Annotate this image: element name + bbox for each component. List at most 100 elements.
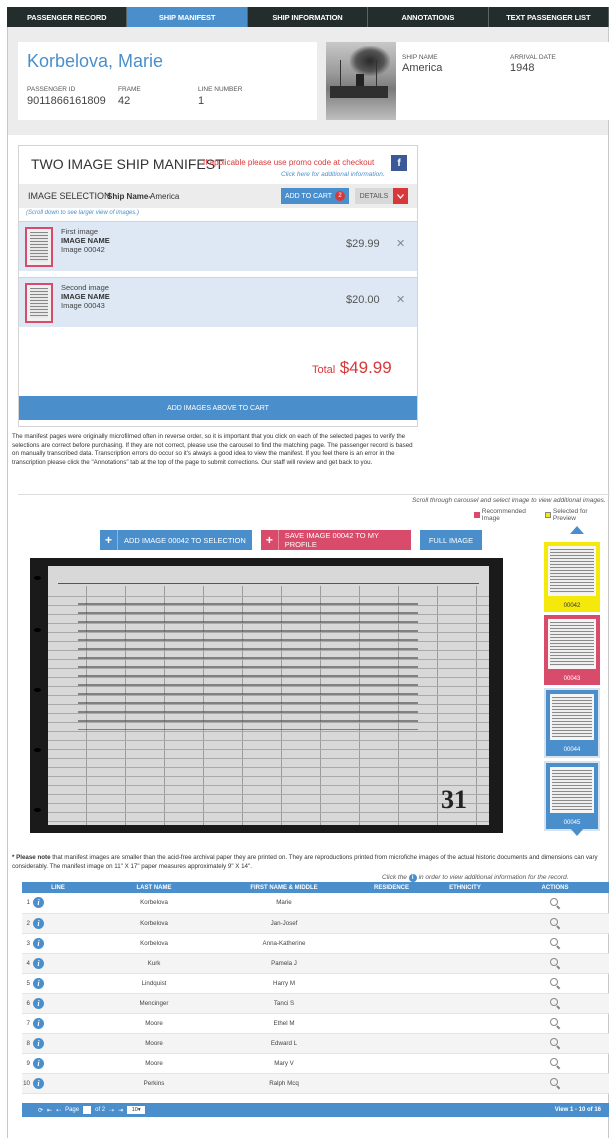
ethnicity-cell bbox=[429, 1033, 501, 1054]
info-icon[interactable]: i bbox=[33, 1037, 44, 1049]
tab-annotations[interactable]: ANNOTATIONS bbox=[368, 7, 489, 27]
info-icon[interactable]: i bbox=[33, 977, 44, 989]
table-row[interactable]: 7 i Moore Ethel M bbox=[22, 1013, 609, 1034]
info-icon[interactable]: i bbox=[33, 957, 44, 969]
info-icon[interactable]: i bbox=[33, 1017, 44, 1029]
image-thumbnail[interactable] bbox=[25, 227, 53, 267]
chevron-down-icon[interactable] bbox=[393, 188, 408, 204]
record-header: Korbelova, Marie PASSENGER ID 9011866161… bbox=[8, 27, 609, 135]
magnify-icon[interactable] bbox=[550, 1078, 560, 1088]
item-price: $20.00 bbox=[346, 294, 380, 306]
info-icon[interactable]: i bbox=[33, 1077, 44, 1089]
actions-cell bbox=[501, 913, 609, 934]
last-page-icon[interactable]: ⇥ bbox=[118, 1107, 123, 1114]
residence-cell bbox=[354, 1013, 429, 1034]
prev-page-icon[interactable]: ⇠ bbox=[56, 1107, 61, 1114]
magnify-icon[interactable] bbox=[550, 1018, 560, 1028]
next-page-icon[interactable]: ⇢ bbox=[109, 1107, 114, 1114]
facebook-icon[interactable]: f bbox=[391, 155, 407, 171]
ethnicity-cell bbox=[429, 973, 501, 994]
info-icon[interactable]: i bbox=[33, 917, 44, 929]
thumbnail-label: 00045 bbox=[563, 820, 581, 826]
carousel-legend: Recommended Image Selected for Preview bbox=[474, 508, 610, 522]
table-row[interactable]: 6 i Mencinger Tanci S bbox=[22, 993, 609, 1014]
last-name-cell: Perkins bbox=[94, 1073, 214, 1094]
tab-ship-manifest[interactable]: SHIP MANIFEST bbox=[127, 7, 248, 27]
first-name-cell: Pamela J bbox=[214, 953, 354, 974]
page-size-select[interactable]: 10 ▾ bbox=[127, 1106, 146, 1114]
pager-controls: ⟳ ⇤ ⇠ Page of 2 ⇢ ⇥ 10 ▾ bbox=[38, 1106, 146, 1114]
table-row[interactable]: 10 i Perkins Ralph Mcq bbox=[22, 1073, 609, 1094]
info-icon[interactable]: i bbox=[33, 997, 44, 1009]
add-images-to-cart-button[interactable]: ADD IMAGES ABOVE TO CART bbox=[19, 396, 417, 420]
thumbnail-label: 00043 bbox=[563, 676, 581, 682]
refresh-icon[interactable]: ⟳ bbox=[38, 1107, 43, 1114]
table-row[interactable]: 9 i Moore Mary V bbox=[22, 1053, 609, 1074]
magnify-icon[interactable] bbox=[550, 1038, 560, 1048]
table-row[interactable]: 8 i Moore Edward L bbox=[22, 1033, 609, 1054]
image-selection-bar: IMAGE SELECTION Ship Name- America ADD T… bbox=[19, 184, 417, 208]
first-page-icon[interactable]: ⇤ bbox=[47, 1107, 52, 1114]
magnify-icon[interactable] bbox=[550, 1058, 560, 1068]
ethnicity-cell bbox=[429, 993, 501, 1014]
details-button[interactable]: DETAILS bbox=[355, 188, 393, 204]
carousel-down-icon[interactable] bbox=[570, 828, 584, 836]
view-range: View 1 - 10 of 16 bbox=[554, 1107, 601, 1113]
passenger-id-value: 9011866161809 bbox=[27, 95, 106, 107]
carousel-up-icon[interactable] bbox=[570, 526, 584, 534]
thumbnail-00043[interactable]: 00043 bbox=[544, 615, 600, 685]
tab-passenger-record[interactable]: PASSENGER RECORD bbox=[7, 7, 128, 27]
table-row[interactable]: 3 i Korbelova Anna-Katherine bbox=[22, 933, 609, 954]
table-row[interactable]: 2 i Korbelova Jan-Josef bbox=[22, 913, 609, 934]
thumbnail-00045[interactable]: 00045 bbox=[544, 761, 600, 831]
ship-photo[interactable] bbox=[326, 42, 396, 120]
tab-ship-information[interactable]: SHIP INFORMATION bbox=[247, 7, 369, 27]
table-row[interactable]: 1 i Korbelova Marie bbox=[22, 893, 609, 914]
line-cell: 4i bbox=[22, 953, 94, 974]
info-icon[interactable]: i bbox=[33, 937, 44, 949]
residence-cell bbox=[354, 1053, 429, 1074]
col-ethnicity[interactable]: ETHNICITY bbox=[429, 882, 501, 893]
thumbnail-00044[interactable]: 00044 bbox=[544, 688, 600, 758]
residence-cell bbox=[354, 913, 429, 934]
page-input[interactable] bbox=[83, 1106, 92, 1114]
save-image-button[interactable]: + SAVE IMAGE 00042 TO MY PROFILE bbox=[261, 530, 411, 550]
magnify-icon[interactable] bbox=[550, 978, 560, 988]
tab-text-passenger-list[interactable]: TEXT PASSENGER LIST bbox=[488, 7, 610, 27]
magnify-icon[interactable] bbox=[550, 938, 560, 948]
add-to-cart-button[interactable]: ADD TO CART 2 bbox=[281, 188, 349, 204]
ship-name-label: SHIP NAME bbox=[402, 54, 438, 61]
remove-icon[interactable]: ✕ bbox=[396, 293, 405, 306]
manifest-page: 31 bbox=[48, 566, 489, 825]
last-name-cell: Korbelova bbox=[94, 933, 214, 954]
passenger-card: Korbelova, Marie PASSENGER ID 9011866161… bbox=[18, 42, 317, 120]
info-icon[interactable]: i bbox=[33, 897, 44, 909]
magnify-icon[interactable] bbox=[550, 897, 560, 908]
table-row[interactable]: 5 i Lindquist Harry M bbox=[22, 973, 609, 994]
actions-cell bbox=[501, 1033, 609, 1054]
col-residence[interactable]: RESIDENCE bbox=[354, 882, 429, 893]
last-name-cell: Lindquist bbox=[94, 973, 214, 994]
info-icon[interactable]: i bbox=[33, 1057, 44, 1069]
item-name-label: IMAGE NAME bbox=[61, 236, 110, 245]
cart-title: TWO IMAGE SHIP MANIFEST bbox=[31, 156, 224, 172]
magnify-icon[interactable] bbox=[550, 958, 560, 968]
add-to-cart-label: ADD TO CART bbox=[284, 192, 333, 200]
col-last-name[interactable]: LAST NAME bbox=[94, 882, 214, 893]
magnify-icon[interactable] bbox=[550, 998, 560, 1008]
passenger-id-label: PASSENGER ID bbox=[27, 86, 76, 93]
thumbnail-00042[interactable]: 00042 bbox=[544, 542, 600, 612]
item-title: Second image bbox=[61, 283, 109, 292]
magnify-icon[interactable] bbox=[550, 918, 560, 928]
remove-icon[interactable]: ✕ bbox=[396, 237, 405, 250]
table-row[interactable]: 4 i Kurk Pamela J bbox=[22, 953, 609, 974]
actions-cell bbox=[501, 1073, 609, 1094]
manifest-image[interactable]: 31 bbox=[30, 558, 503, 833]
full-image-button[interactable]: FULL IMAGE bbox=[420, 530, 482, 550]
image-thumbnail[interactable] bbox=[25, 283, 53, 323]
col-first-name[interactable]: FIRST NAME & MIDDLE bbox=[214, 882, 354, 893]
add-image-to-selection-button[interactable]: + ADD IMAGE 00042 TO SELECTION bbox=[100, 530, 252, 550]
line-number-label: LINE NUMBER bbox=[198, 86, 243, 93]
col-line[interactable]: LINE bbox=[22, 882, 94, 893]
additional-info-link[interactable]: Click here for additional information. bbox=[281, 171, 385, 178]
